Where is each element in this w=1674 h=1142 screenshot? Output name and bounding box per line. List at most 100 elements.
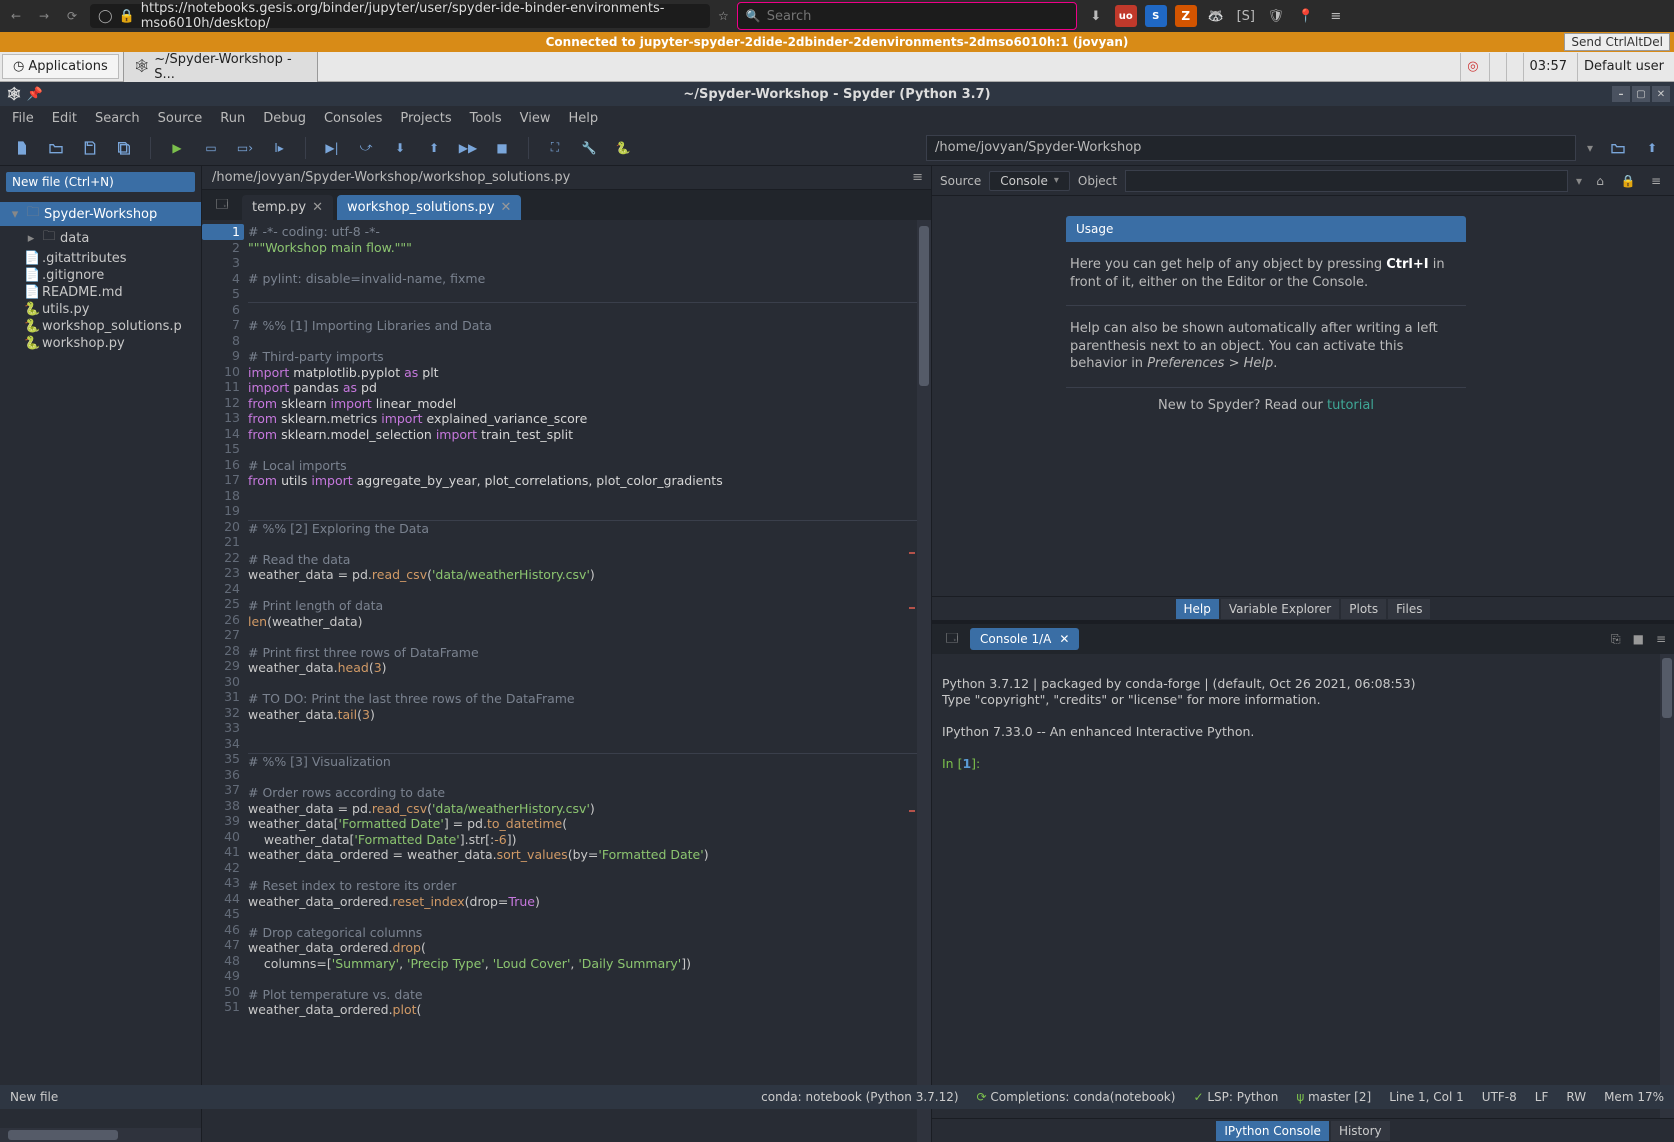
ext-z-icon[interactable]: Z <box>1175 5 1197 27</box>
step-into-icon[interactable]: ⬇ <box>386 134 414 162</box>
close-button[interactable]: ✕ <box>1652 86 1670 102</box>
status-8[interactable]: Mem 17% <box>1604 1090 1664 1104</box>
taskbar-window-button[interactable]: 🕸 ~/Spyder-Workshop - S... <box>123 47 318 87</box>
file-workshop_solutions.p[interactable]: 🐍workshop_solutions.p <box>0 318 201 335</box>
python-path-icon[interactable]: 🐍 <box>609 134 637 162</box>
help-home-icon[interactable]: ⌂ <box>1590 174 1610 188</box>
ext-badger-icon[interactable]: 🦝 <box>1205 5 1227 27</box>
minimize-button[interactable]: – <box>1612 86 1630 102</box>
editor-home-icon[interactable]: 🗔 <box>210 193 234 217</box>
menu-edit[interactable]: Edit <box>44 108 85 129</box>
code-editor[interactable]: 1234567891011121314151617181920212223242… <box>202 220 931 1142</box>
step-over-icon[interactable]: ⤻ <box>352 134 380 162</box>
back-icon[interactable]: ← <box>6 6 26 26</box>
send-ctrlaltdel-button[interactable]: Send CtrlAltDel <box>1564 33 1670 51</box>
menu-help[interactable]: Help <box>561 108 607 129</box>
file-data[interactable]: ▸🗀data <box>0 226 201 250</box>
reload-icon[interactable]: ⟳ <box>62 6 82 26</box>
console-scrollbar[interactable] <box>1660 654 1674 1118</box>
dock-tab-plots[interactable]: Plots <box>1341 599 1386 619</box>
editor-tab-temp.py[interactable]: temp.py✕ <box>242 195 333 220</box>
preferences-icon[interactable]: 🔧 <box>575 134 603 162</box>
close-icon[interactable]: ✕ <box>501 200 512 215</box>
status-0[interactable]: conda: notebook (Python 3.7.12) <box>761 1090 958 1104</box>
status-2[interactable]: ✓ LSP: Python <box>1193 1090 1278 1104</box>
menu-debug[interactable]: Debug <box>255 108 314 129</box>
help-object-input[interactable] <box>1125 170 1568 192</box>
browse-cwd-icon[interactable] <box>1604 134 1632 162</box>
ext-push-icon[interactable]: 📍 <box>1295 5 1317 27</box>
maximize-button[interactable]: ▢ <box>1632 86 1650 102</box>
help-lock-icon[interactable]: 🔒 <box>1618 174 1638 188</box>
new-file-icon[interactable] <box>8 134 36 162</box>
menu-consoles[interactable]: Consoles <box>316 108 390 129</box>
console-stop-icon[interactable]: ■ <box>1633 632 1644 647</box>
save-all-icon[interactable] <box>110 134 138 162</box>
editor-scrollbar[interactable] <box>917 220 931 1142</box>
project-root[interactable]: ▾ 🗀 Spyder-Workshop <box>0 202 201 226</box>
help-source-combo[interactable]: Console <box>989 171 1070 191</box>
help-options-icon[interactable]: ≡ <box>1646 174 1666 188</box>
status-6[interactable]: LF <box>1535 1090 1549 1104</box>
url-bar[interactable]: ◯ 🔒 https://notebooks.gesis.org/binder/j… <box>90 4 710 28</box>
console-interrupt-icon[interactable]: ⎘ <box>1611 632 1621 647</box>
filetree-scrollbar[interactable] <box>0 1128 201 1142</box>
ext-s-icon[interactable]: S <box>1145 5 1167 27</box>
status-7[interactable]: RW <box>1566 1090 1586 1104</box>
tutorial-link[interactable]: tutorial <box>1327 398 1374 413</box>
ublock-icon[interactable]: uo <box>1115 5 1137 27</box>
debug-icon[interactable]: ▶| <box>318 134 346 162</box>
step-out-icon[interactable]: ⬆ <box>420 134 448 162</box>
menu-source[interactable]: Source <box>150 108 211 129</box>
menu-projects[interactable]: Projects <box>392 108 459 129</box>
run-selection-icon[interactable]: I▸ <box>265 134 293 162</box>
download-icon[interactable]: ⬇ <box>1085 5 1107 27</box>
file-.gitattributes[interactable]: 📄.gitattributes <box>0 250 201 267</box>
stop-debug-icon[interactable]: ■ <box>488 134 516 162</box>
close-icon[interactable]: ✕ <box>312 200 323 215</box>
file-utils.py[interactable]: 🐍utils.py <box>0 301 201 318</box>
console-btab-ipython-console[interactable]: IPython Console <box>1216 1121 1329 1141</box>
continue-icon[interactable]: ▶▶ <box>454 134 482 162</box>
status-3[interactable]: ψ master [2] <box>1296 1090 1371 1104</box>
status-5[interactable]: UTF-8 <box>1482 1090 1517 1104</box>
status-4[interactable]: Line 1, Col 1 <box>1389 1090 1464 1104</box>
dock-tab-help[interactable]: Help <box>1176 599 1219 619</box>
console-home-icon[interactable]: 🗔 <box>940 627 964 651</box>
editor-options-icon[interactable]: ≡ <box>912 170 923 185</box>
dock-tab-variable-explorer[interactable]: Variable Explorer <box>1221 599 1339 619</box>
ext-bracket-icon[interactable]: [S] <box>1235 5 1257 27</box>
menu-view[interactable]: View <box>512 108 559 129</box>
bookmark-star-icon[interactable]: ☆ <box>718 9 729 23</box>
browser-search[interactable]: 🔍 <box>737 2 1077 30</box>
search-input[interactable] <box>767 9 1068 24</box>
menu-run[interactable]: Run <box>212 108 253 129</box>
user-label[interactable]: Default user <box>1577 53 1670 81</box>
help-object-dropdown-icon[interactable]: ▾ <box>1576 174 1582 188</box>
dock-tab-files[interactable]: Files <box>1388 599 1430 619</box>
maximize-pane-icon[interactable]: ⛶ <box>541 134 569 162</box>
console-options-icon[interactable]: ≡ <box>1656 632 1666 647</box>
file-workshop.py[interactable]: 🐍workshop.py <box>0 335 201 352</box>
ipython-console[interactable]: Python 3.7.12 | packaged by conda-forge … <box>932 654 1674 1118</box>
menu-search[interactable]: Search <box>87 108 148 129</box>
menu-tools[interactable]: Tools <box>462 108 510 129</box>
applications-menu[interactable]: ◷ Applications <box>2 54 119 79</box>
console-tab[interactable]: Console 1/A✕ <box>970 628 1079 650</box>
ext-shield-icon[interactable]: 🛡 <box>1265 5 1287 27</box>
run-cell-advance-icon[interactable]: ▭› <box>231 134 259 162</box>
editor-tab-workshop_solutions.py[interactable]: workshop_solutions.py✕ <box>337 195 521 220</box>
forward-icon[interactable]: → <box>34 6 54 26</box>
run-icon[interactable]: ▶ <box>163 134 191 162</box>
status-1[interactable]: ⟳ Completions: conda(notebook) <box>977 1090 1176 1104</box>
working-directory-input[interactable]: /home/jovyan/Spyder-Workshop <box>926 135 1576 161</box>
cwd-dropdown-icon[interactable]: ▾ <box>1582 141 1598 155</box>
close-icon[interactable]: ✕ <box>1059 632 1069 646</box>
menu-file[interactable]: File <box>4 108 42 129</box>
file-README.md[interactable]: 📄README.md <box>0 284 201 301</box>
file-.gitignore[interactable]: 📄.gitignore <box>0 267 201 284</box>
save-file-icon[interactable] <box>76 134 104 162</box>
console-btab-history[interactable]: History <box>1331 1121 1390 1141</box>
cwd-parent-icon[interactable]: ⬆ <box>1638 134 1666 162</box>
run-cell-icon[interactable]: ▭ <box>197 134 225 162</box>
